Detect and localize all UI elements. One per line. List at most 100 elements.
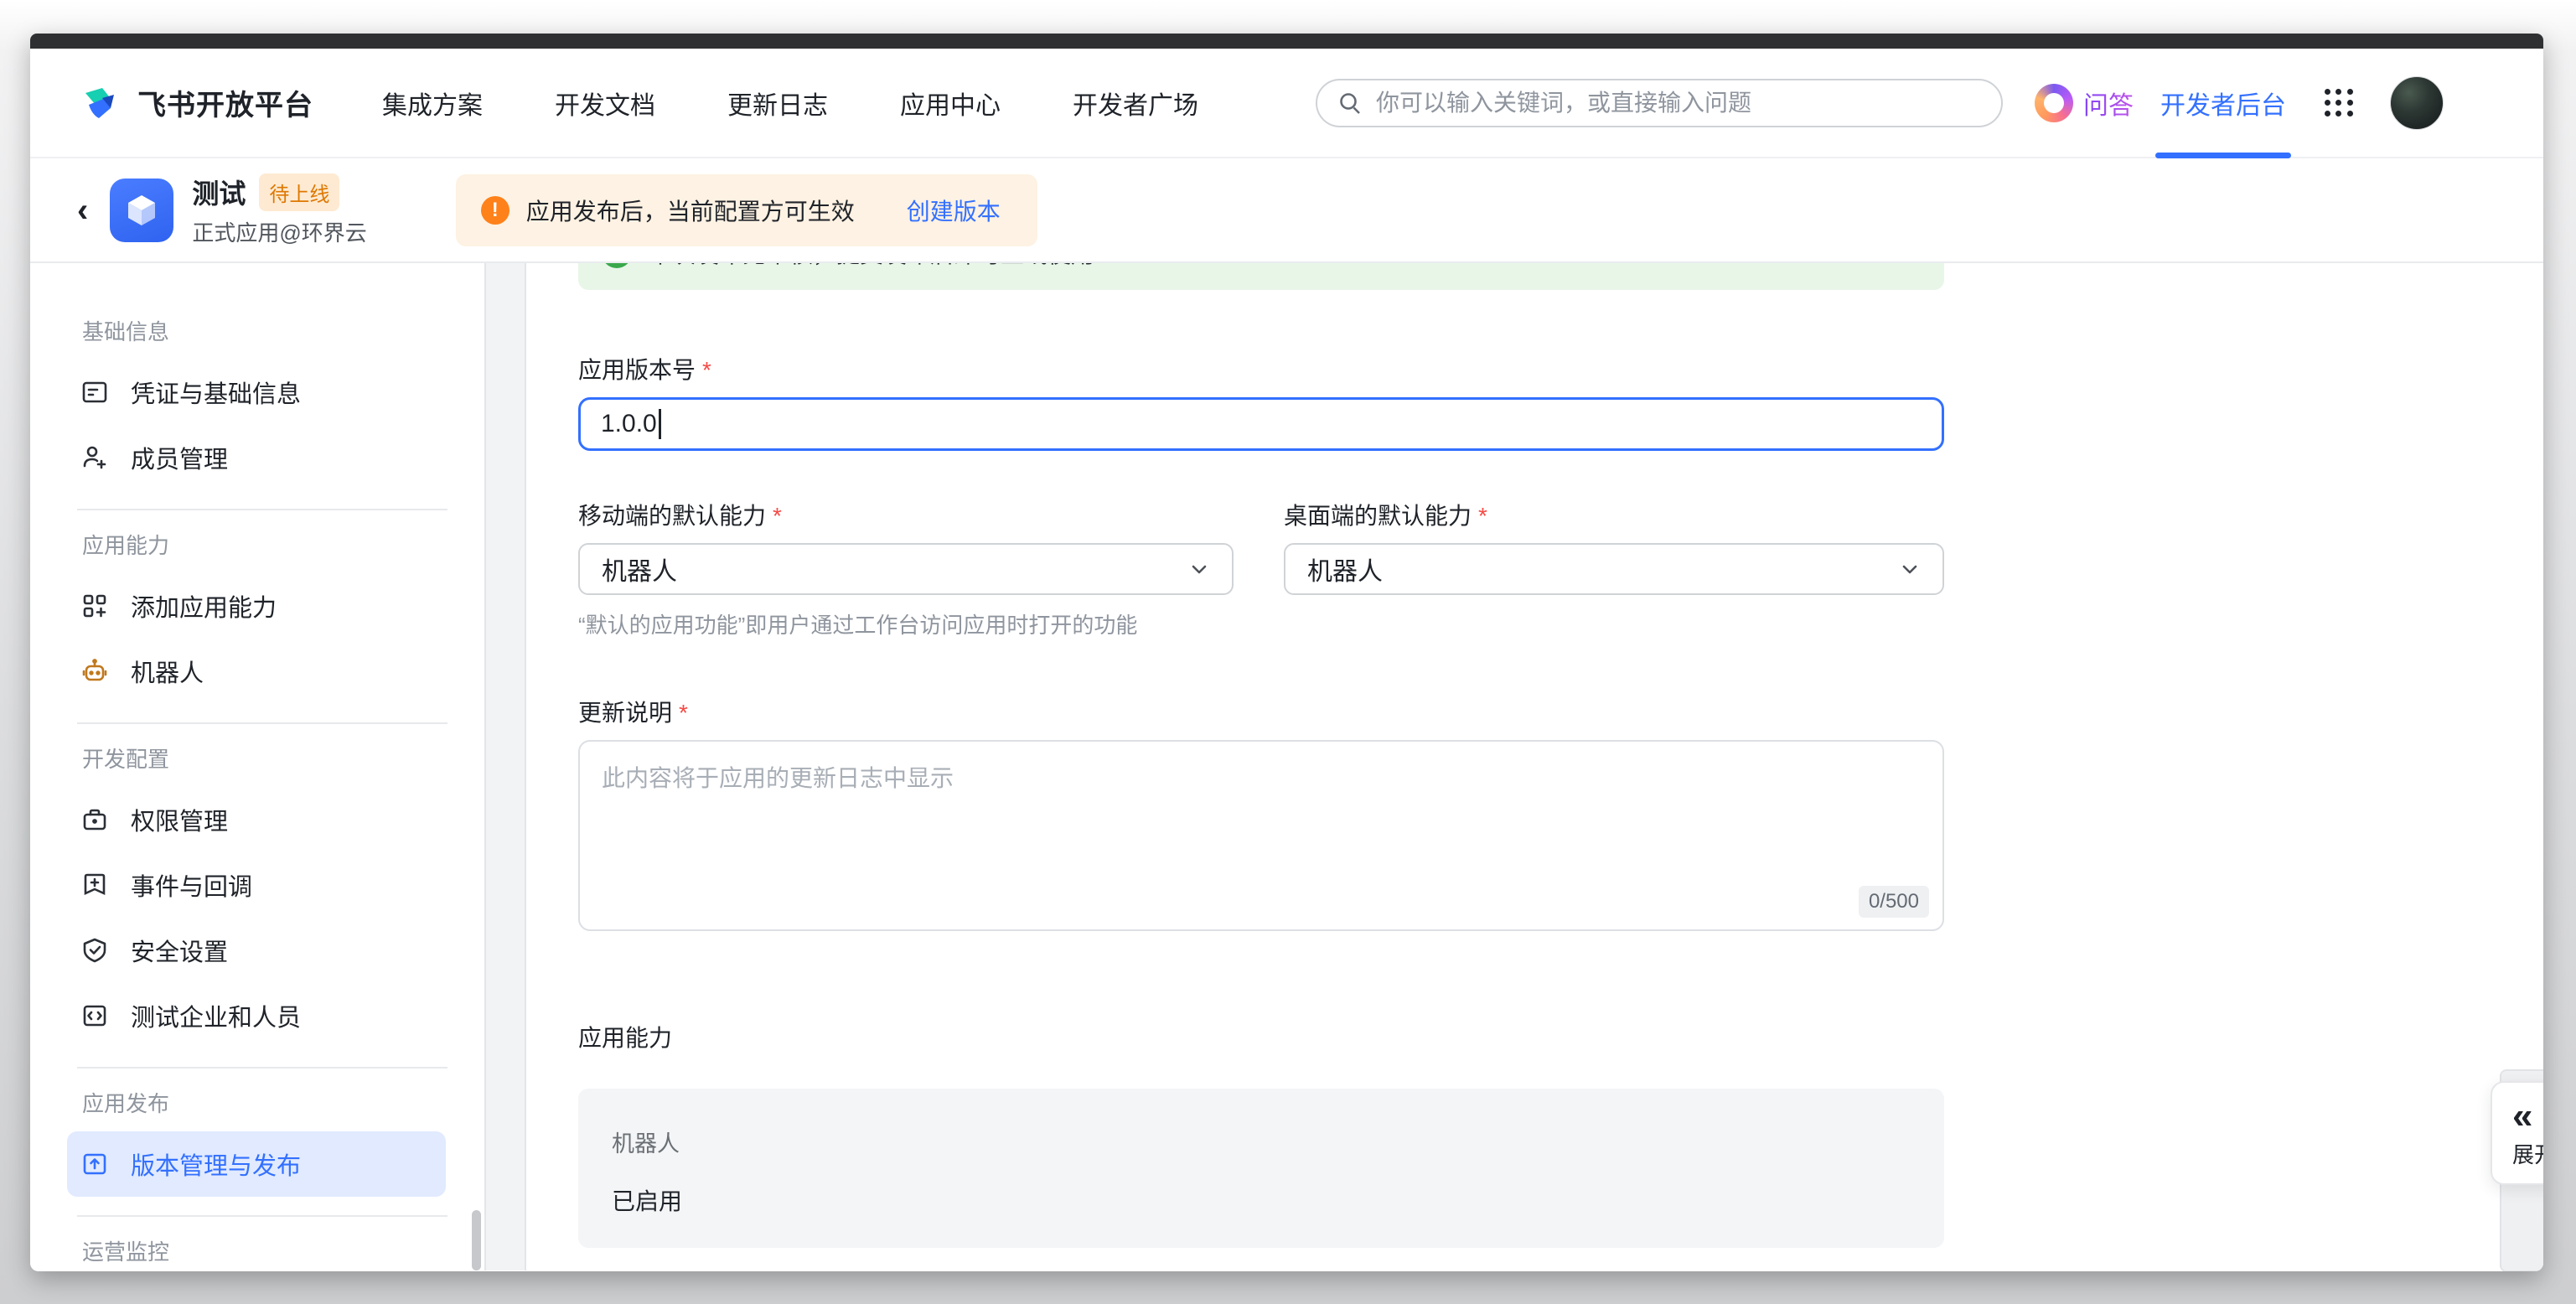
feishu-logo-icon (77, 80, 124, 127)
double-chevron-left-icon: « (2512, 1098, 2532, 1135)
expand-panel-button[interactable]: « 展开 (2491, 1081, 2543, 1185)
warning-text: 应用发布后，当前配置方可生效 (526, 194, 855, 227)
developer-console-label: 开发者后台 (2160, 85, 2286, 122)
nav-changelog[interactable]: 更新日志 (727, 85, 828, 122)
sidebar-divider (77, 509, 447, 510)
app-header: ‹ 测试 待上线 正式应用@环界云 ! 应用发布后，当前配置方可生效 创建版本 (30, 158, 2543, 263)
default-capability-row: 移动端的默认能力* 机器人 “默认的应用功能”即用户通过工作台访问应用时打开的功… (578, 498, 1944, 639)
sidebar-item-label: 成员管理 (131, 440, 228, 475)
sidebar-divider (77, 1067, 447, 1069)
capability-summary-box: 机器人 已启用 (578, 1089, 1944, 1248)
brand[interactable]: 飞书开放平台 (77, 80, 313, 127)
version-input[interactable]: 1.0.0 (578, 397, 1944, 451)
sidebar-item-label: 凭证与基础信息 (131, 375, 301, 410)
search-input[interactable] (1376, 90, 1981, 116)
nav-dev-plaza[interactable]: 开发者广场 (1073, 85, 1198, 122)
nav-app-center[interactable]: 应用中心 (900, 85, 1001, 122)
apps-grid-icon[interactable] (2325, 89, 2353, 117)
chevron-down-icon (1188, 558, 1210, 580)
sidebar-item-label: 添加应用能力 (131, 588, 277, 624)
sidebar-scrollbar-thumb[interactable] (472, 1210, 481, 1270)
update-notes-placeholder: 此内容将于应用的更新日志中显示 (602, 765, 954, 791)
id-card-icon (80, 378, 109, 406)
capability-section-heading: 应用能力 (578, 1020, 1944, 1053)
sidebar-item-bot[interactable]: 机器人 (67, 639, 446, 704)
sidebar-item-permissions[interactable]: 权限管理 (67, 787, 446, 852)
main-content: ✓ 本次发布免审核，提交发布后即可上线使用 应用版本号* 1.0.0 移动端的默… (526, 263, 2543, 1270)
sidebar-item-label: 版本管理与发布 (131, 1146, 301, 1182)
sidebar-section-basic-info: 基础信息 (82, 315, 484, 346)
nav-docs[interactable]: 开发文档 (555, 85, 655, 122)
mobile-capability-select[interactable]: 机器人 (578, 543, 1234, 595)
required-asterisk: * (773, 503, 782, 529)
capability-helper-text: “默认的应用功能”即用户通过工作台访问应用时打开的功能 (578, 608, 1234, 639)
user-avatar[interactable] (2390, 76, 2444, 130)
sidebar-section-capabilities: 应用能力 (82, 529, 484, 560)
app-meta: 测试 待上线 正式应用@环界云 (192, 173, 366, 247)
chevron-down-icon (1899, 558, 1921, 580)
sidebar-divider (77, 1215, 447, 1217)
brand-title: 飞书开放平台 (137, 82, 313, 123)
capability-status: 已启用 (612, 1183, 1911, 1217)
window-chrome-strip (30, 34, 2543, 49)
code-brackets-icon (80, 1001, 109, 1030)
desktop-capability-value: 机器人 (1307, 551, 1383, 587)
nav-right-cluster: 问答 开发者后台 (2035, 49, 2444, 157)
mobile-capability-value: 机器人 (602, 551, 677, 587)
capability-name: 机器人 (612, 1125, 1911, 1158)
publish-warning-banner: ! 应用发布后，当前配置方可生效 创建版本 (456, 174, 1037, 246)
app-title: 测试 (192, 173, 246, 211)
user-plus-icon (80, 443, 109, 472)
sidebar-section-monitoring: 运营监控 (82, 1235, 484, 1266)
text-cursor (659, 409, 661, 439)
back-button[interactable]: ‹ (77, 194, 88, 227)
cube-icon (122, 190, 162, 230)
tab-developer-console[interactable]: 开发者后台 (2155, 49, 2291, 157)
release-success-banner: ✓ 本次发布免审核，提交发布后即可上线使用 (578, 263, 1944, 290)
body-row: 基础信息 凭证与基础信息 成员管理 应用能力 添加应用 (30, 263, 2543, 1270)
sidebar-section-dev-config: 开发配置 (82, 743, 484, 774)
mobile-capability-label: 移动端的默认能力* (578, 498, 1234, 531)
sidebar-item-label: 事件与回调 (131, 867, 252, 903)
nav-links: 集成方案 开发文档 更新日志 应用中心 开发者广场 (382, 85, 1198, 122)
panel-resize-gutter[interactable] (486, 263, 526, 1270)
sidebar-item-version-release[interactable]: 版本管理与发布 (67, 1131, 446, 1197)
required-asterisk: * (679, 700, 688, 726)
sidebar-item-events[interactable]: 事件与回调 (67, 852, 446, 918)
desktop-capability-label: 桌面端的默认能力* (1284, 498, 1944, 531)
char-counter: 0/500 (1859, 886, 1929, 918)
warning-icon: ! (481, 196, 510, 225)
browser-window: 飞书开放平台 集成方案 开发文档 更新日志 应用中心 开发者广场 问答 开发者后… (30, 34, 2543, 1271)
sidebar-item-credentials[interactable]: 凭证与基础信息 (67, 360, 446, 425)
sidebar-item-label: 测试企业和人员 (131, 998, 301, 1033)
qa-gradient-ring-icon (2035, 84, 2073, 122)
required-asterisk: * (702, 357, 711, 383)
sidebar-item-label: 机器人 (131, 654, 204, 689)
version-field-label: 应用版本号* (578, 352, 1944, 386)
required-asterisk: * (1478, 503, 1487, 529)
qa-entry[interactable]: 问答 (2035, 84, 2134, 122)
sidebar-item-members[interactable]: 成员管理 (67, 425, 446, 490)
event-callback-icon (80, 871, 109, 899)
version-input-value: 1.0.0 (601, 410, 657, 438)
sidebar: 基础信息 凭证与基础信息 成员管理 应用能力 添加应用 (30, 263, 484, 1270)
qa-label: 问答 (2083, 85, 2134, 122)
update-notes-label: 更新说明* (578, 695, 1944, 728)
briefcase-icon (80, 805, 109, 834)
sidebar-item-label: 权限管理 (131, 802, 228, 837)
expand-label: 展开 (2512, 1138, 2543, 1169)
desktop-capability-select[interactable]: 机器人 (1284, 543, 1944, 595)
sidebar-item-add-capability[interactable]: 添加应用能力 (67, 573, 446, 639)
nav-integration[interactable]: 集成方案 (382, 85, 483, 122)
status-badge: 待上线 (259, 173, 339, 211)
sidebar-item-test-org[interactable]: 测试企业和人员 (67, 983, 446, 1048)
active-tab-underline (2155, 153, 2291, 158)
search-icon (1337, 91, 1363, 116)
global-search[interactable] (1316, 79, 2003, 127)
sidebar-section-release: 应用发布 (82, 1087, 484, 1118)
create-version-link[interactable]: 创建版本 (907, 194, 1001, 227)
update-notes-textarea[interactable]: 此内容将于应用的更新日志中显示 0/500 (578, 740, 1944, 931)
success-banner-text: 本次发布免审核，提交发布后即可上线使用 (649, 263, 1094, 270)
sidebar-item-security[interactable]: 安全设置 (67, 918, 446, 983)
publish-arrow-icon (80, 1150, 109, 1178)
